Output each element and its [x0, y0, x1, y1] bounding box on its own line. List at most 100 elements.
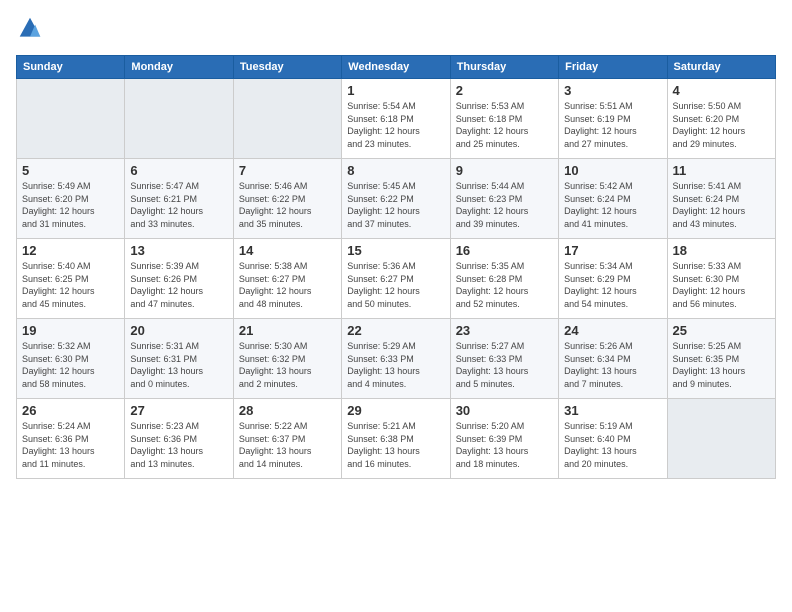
calendar-cell — [125, 79, 233, 159]
calendar-cell: 15 Sunrise: 5:36 AM Sunset: 6:27 PM Dayli… — [342, 239, 450, 319]
day-info: Sunrise: 5:31 AM Sunset: 6:31 PM Dayligh… — [130, 340, 227, 390]
day-info: Sunrise: 5:51 AM Sunset: 6:19 PM Dayligh… — [564, 100, 661, 150]
weekday-header-row: SundayMondayTuesdayWednesdayThursdayFrid… — [17, 56, 776, 79]
day-info: Sunrise: 5:19 AM Sunset: 6:40 PM Dayligh… — [564, 420, 661, 470]
day-number: 11 — [673, 163, 770, 178]
day-number: 21 — [239, 323, 336, 338]
day-number: 19 — [22, 323, 119, 338]
day-number: 4 — [673, 83, 770, 98]
day-info: Sunrise: 5:44 AM Sunset: 6:23 PM Dayligh… — [456, 180, 553, 230]
day-number: 20 — [130, 323, 227, 338]
day-info: Sunrise: 5:36 AM Sunset: 6:27 PM Dayligh… — [347, 260, 444, 310]
calendar-cell: 2 Sunrise: 5:53 AM Sunset: 6:18 PM Daylig… — [450, 79, 558, 159]
calendar-cell: 13 Sunrise: 5:39 AM Sunset: 6:26 PM Dayli… — [125, 239, 233, 319]
day-number: 23 — [456, 323, 553, 338]
day-number: 10 — [564, 163, 661, 178]
day-info: Sunrise: 5:35 AM Sunset: 6:28 PM Dayligh… — [456, 260, 553, 310]
calendar-cell: 10 Sunrise: 5:42 AM Sunset: 6:24 PM Dayli… — [559, 159, 667, 239]
calendar-cell — [667, 399, 775, 479]
calendar-cell: 12 Sunrise: 5:40 AM Sunset: 6:25 PM Dayli… — [17, 239, 125, 319]
day-info: Sunrise: 5:54 AM Sunset: 6:18 PM Dayligh… — [347, 100, 444, 150]
logo — [16, 16, 46, 45]
calendar-cell: 26 Sunrise: 5:24 AM Sunset: 6:36 PM Dayli… — [17, 399, 125, 479]
day-info: Sunrise: 5:24 AM Sunset: 6:36 PM Dayligh… — [22, 420, 119, 470]
day-number: 26 — [22, 403, 119, 418]
day-number: 25 — [673, 323, 770, 338]
calendar-week-row: 19 Sunrise: 5:32 AM Sunset: 6:30 PM Dayli… — [17, 319, 776, 399]
day-info: Sunrise: 5:46 AM Sunset: 6:22 PM Dayligh… — [239, 180, 336, 230]
day-info: Sunrise: 5:22 AM Sunset: 6:37 PM Dayligh… — [239, 420, 336, 470]
day-info: Sunrise: 5:42 AM Sunset: 6:24 PM Dayligh… — [564, 180, 661, 230]
day-number: 1 — [347, 83, 444, 98]
calendar-cell: 24Sunrise: 5:26 AM Sunset: 6:34 PM Dayli… — [559, 319, 667, 399]
calendar-cell: 27Sunrise: 5:23 AM Sunset: 6:36 PM Dayli… — [125, 399, 233, 479]
weekday-header-tuesday: Tuesday — [233, 56, 341, 79]
weekday-header-sunday: Sunday — [17, 56, 125, 79]
day-info: Sunrise: 5:30 AM Sunset: 6:32 PM Dayligh… — [239, 340, 336, 390]
weekday-header-monday: Monday — [125, 56, 233, 79]
day-number: 27 — [130, 403, 227, 418]
calendar-cell: 31Sunrise: 5:19 AM Sunset: 6:40 PM Dayli… — [559, 399, 667, 479]
day-number: 14 — [239, 243, 336, 258]
weekday-header-wednesday: Wednesday — [342, 56, 450, 79]
calendar-cell: 21 Sunrise: 5:30 AM Sunset: 6:32 PM Dayli… — [233, 319, 341, 399]
day-number: 8 — [347, 163, 444, 178]
day-number: 15 — [347, 243, 444, 258]
calendar-cell — [233, 79, 341, 159]
calendar-cell: 19 Sunrise: 5:32 AM Sunset: 6:30 PM Dayli… — [17, 319, 125, 399]
calendar-week-row: 1 Sunrise: 5:54 AM Sunset: 6:18 PM Daylig… — [17, 79, 776, 159]
day-info: Sunrise: 5:21 AM Sunset: 6:38 PM Dayligh… — [347, 420, 444, 470]
day-info: Sunrise: 5:27 AM Sunset: 6:33 PM Dayligh… — [456, 340, 553, 390]
calendar-cell: 28Sunrise: 5:22 AM Sunset: 6:37 PM Dayli… — [233, 399, 341, 479]
day-info: Sunrise: 5:39 AM Sunset: 6:26 PM Dayligh… — [130, 260, 227, 310]
day-info: Sunrise: 5:50 AM Sunset: 6:20 PM Dayligh… — [673, 100, 770, 150]
day-info: Sunrise: 5:34 AM Sunset: 6:29 PM Dayligh… — [564, 260, 661, 310]
calendar-cell: 1 Sunrise: 5:54 AM Sunset: 6:18 PM Daylig… — [342, 79, 450, 159]
day-number: 9 — [456, 163, 553, 178]
calendar-table: SundayMondayTuesdayWednesdayThursdayFrid… — [16, 55, 776, 479]
calendar-week-row: 26 Sunrise: 5:24 AM Sunset: 6:36 PM Dayli… — [17, 399, 776, 479]
weekday-header-thursday: Thursday — [450, 56, 558, 79]
day-number: 24 — [564, 323, 661, 338]
day-number: 17 — [564, 243, 661, 258]
calendar-week-row: 12 Sunrise: 5:40 AM Sunset: 6:25 PM Dayli… — [17, 239, 776, 319]
day-number: 6 — [130, 163, 227, 178]
calendar-cell: 6Sunrise: 5:47 AM Sunset: 6:21 PM Daylig… — [125, 159, 233, 239]
calendar-week-row: 5 Sunrise: 5:49 AM Sunset: 6:20 PM Daylig… — [17, 159, 776, 239]
calendar-cell: 9 Sunrise: 5:44 AM Sunset: 6:23 PM Daylig… — [450, 159, 558, 239]
weekday-header-friday: Friday — [559, 56, 667, 79]
calendar-cell: 20 Sunrise: 5:31 AM Sunset: 6:31 PM Dayli… — [125, 319, 233, 399]
day-number: 16 — [456, 243, 553, 258]
calendar-cell: 18Sunrise: 5:33 AM Sunset: 6:30 PM Dayli… — [667, 239, 775, 319]
day-number: 2 — [456, 83, 553, 98]
day-info: Sunrise: 5:20 AM Sunset: 6:39 PM Dayligh… — [456, 420, 553, 470]
weekday-header-saturday: Saturday — [667, 56, 775, 79]
day-number: 30 — [456, 403, 553, 418]
calendar-cell: 7 Sunrise: 5:46 AM Sunset: 6:22 PM Daylig… — [233, 159, 341, 239]
calendar-cell: 8 Sunrise: 5:45 AM Sunset: 6:22 PM Daylig… — [342, 159, 450, 239]
calendar-cell: 25 Sunrise: 5:25 AM Sunset: 6:35 PM Dayli… — [667, 319, 775, 399]
calendar-cell: 16 Sunrise: 5:35 AM Sunset: 6:28 PM Dayli… — [450, 239, 558, 319]
day-info: Sunrise: 5:40 AM Sunset: 6:25 PM Dayligh… — [22, 260, 119, 310]
logo-icon — [18, 16, 42, 40]
day-info: Sunrise: 5:49 AM Sunset: 6:20 PM Dayligh… — [22, 180, 119, 230]
day-info: Sunrise: 5:53 AM Sunset: 6:18 PM Dayligh… — [456, 100, 553, 150]
calendar-cell: 4 Sunrise: 5:50 AM Sunset: 6:20 PM Daylig… — [667, 79, 775, 159]
day-number: 13 — [130, 243, 227, 258]
day-info: Sunrise: 5:38 AM Sunset: 6:27 PM Dayligh… — [239, 260, 336, 310]
day-number: 7 — [239, 163, 336, 178]
day-info: Sunrise: 5:25 AM Sunset: 6:35 PM Dayligh… — [673, 340, 770, 390]
calendar-cell: 14 Sunrise: 5:38 AM Sunset: 6:27 PM Dayli… — [233, 239, 341, 319]
day-number: 22 — [347, 323, 444, 338]
day-info: Sunrise: 5:45 AM Sunset: 6:22 PM Dayligh… — [347, 180, 444, 230]
day-number: 5 — [22, 163, 119, 178]
day-info: Sunrise: 5:32 AM Sunset: 6:30 PM Dayligh… — [22, 340, 119, 390]
page-header — [16, 16, 776, 45]
day-number: 3 — [564, 83, 661, 98]
calendar-cell: 11Sunrise: 5:41 AM Sunset: 6:24 PM Dayli… — [667, 159, 775, 239]
day-number: 18 — [673, 243, 770, 258]
calendar-cell — [17, 79, 125, 159]
calendar-cell: 3 Sunrise: 5:51 AM Sunset: 6:19 PM Daylig… — [559, 79, 667, 159]
calendar-cell: 29Sunrise: 5:21 AM Sunset: 6:38 PM Dayli… — [342, 399, 450, 479]
day-number: 12 — [22, 243, 119, 258]
